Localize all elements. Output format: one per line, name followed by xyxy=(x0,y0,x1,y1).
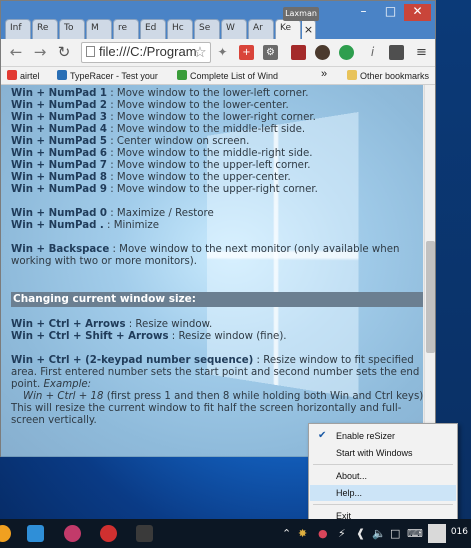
shortcut-line: Win + Ctrl + Arrows : Resize window. xyxy=(11,319,213,330)
shortcut-line: Win + NumPad 1 : Move window to the lowe… xyxy=(11,88,309,99)
reload-icon[interactable]: ↻ xyxy=(55,43,73,61)
clock[interactable]: 016 xyxy=(428,527,468,537)
forward-arrow-icon[interactable]: → xyxy=(31,43,49,61)
help-text: Win + NumPad 1 : Move window to the lowe… xyxy=(11,88,423,427)
tab[interactable]: Ar xyxy=(248,19,274,39)
shortcut-line: Win + NumPad 8 : Move window to the uppe… xyxy=(11,172,291,183)
red-extension-icon[interactable] xyxy=(291,45,306,60)
photos-taskbar-icon[interactable] xyxy=(27,525,44,542)
page-content: Win + NumPad 1 : Move window to the lowe… xyxy=(1,85,423,457)
menu-item-enable-resizer[interactable]: ✔ Enable reSizer xyxy=(310,428,456,444)
wifi-icon[interactable]: ❰ xyxy=(356,527,365,540)
tab-active[interactable]: Ke xyxy=(275,19,301,39)
shortcut-line: Win + NumPad 2 : Move window to the lowe… xyxy=(11,100,289,111)
close-tab-icon[interactable]: × xyxy=(302,19,316,39)
shortcut-line: Win + Backspace : Move window to the nex… xyxy=(11,244,400,267)
info-icon[interactable]: i xyxy=(365,45,380,60)
folder-icon xyxy=(347,70,357,80)
window-controls: – □ ✕ xyxy=(350,4,431,21)
back-arrow-icon[interactable]: ← xyxy=(7,43,25,61)
tab[interactable]: Ed xyxy=(140,19,166,39)
green-extension-icon[interactable] xyxy=(339,45,354,60)
chrome-taskbar-icon[interactable] xyxy=(0,525,11,542)
menu-item-start-with-windows[interactable]: Start with Windows xyxy=(310,445,456,461)
shortcut-line: Win + NumPad 3 : Move window to the lowe… xyxy=(11,112,316,123)
bookmark-label: Complete List of Wind xyxy=(190,71,279,81)
menu-item-label: Enable reSizer xyxy=(336,431,396,441)
shortcut-line: Win + NumPad 5 : Center window on screen… xyxy=(11,136,250,147)
profile-button[interactable]: Laxman xyxy=(283,7,319,21)
tab-strip: Inf Re To M re Ed Hc Se W Ar Ke × xyxy=(5,19,316,39)
avatar-extension-icon[interactable] xyxy=(315,45,330,60)
app-taskbar-icon[interactable] xyxy=(64,525,81,542)
shortcut-line: Win + NumPad 7 : Move window to the uppe… xyxy=(11,160,311,171)
tab[interactable]: To xyxy=(59,19,85,39)
other-bookmarks[interactable]: Other bookmarks xyxy=(347,70,429,81)
colorful-tray-icon[interactable]: ✸ xyxy=(298,527,307,540)
browser-window: Inf Re To M re Ed Hc Se W Ar Ke × Laxman… xyxy=(0,0,436,457)
shortcut-line: Win + NumPad 6 : Move window to the midd… xyxy=(11,148,313,159)
media-taskbar-icon[interactable] xyxy=(100,525,117,542)
example-line: Win + Ctrl + 18 (first press 1 and then … xyxy=(23,391,423,402)
menu-item-help[interactable]: Help... xyxy=(310,485,456,501)
tab[interactable]: Hc xyxy=(167,19,193,39)
page-icon xyxy=(86,46,95,57)
shortcut-line: Win + NumPad 0 : Maximize / Restore xyxy=(11,208,214,219)
tab[interactable]: re xyxy=(113,19,139,39)
browser-toolbar: ← → ↻ file:///C:/Program ☆ ✦ + ⚙ i ≡ xyxy=(1,39,435,67)
address-text: file:///C:/Program xyxy=(99,44,197,59)
bookmark-label: airtel xyxy=(20,71,40,81)
keyboard-icon[interactable]: ⌨ xyxy=(407,527,423,540)
other-bookmarks-label: Other bookmarks xyxy=(360,71,430,81)
bookmarks-bar: airtel TypeRacer - Test your Complete Li… xyxy=(1,67,435,85)
bookmark-item[interactable]: Complete List of Wind xyxy=(177,70,278,81)
menu-separator xyxy=(313,464,453,465)
plus-extension-icon[interactable]: + xyxy=(239,45,254,60)
usb-icon[interactable]: ⚡ xyxy=(338,527,346,540)
menu-item-about[interactable]: About... xyxy=(310,468,456,484)
dark-extension-icon[interactable] xyxy=(389,45,404,60)
resizer-tray-icon[interactable]: ● xyxy=(318,527,328,540)
tab[interactable]: M xyxy=(86,19,112,39)
bookmark-label: TypeRacer - Test your xyxy=(70,71,158,81)
title-bar: Inf Re To M re Ed Hc Se W Ar Ke × Laxman… xyxy=(1,1,435,39)
tab[interactable]: Se xyxy=(194,19,220,39)
taskbar: ⌃ ✸ ● ⚡ ❰ 🔈 □ ⌨ 016 xyxy=(0,519,471,548)
shortcut-line: Win + NumPad . : Minimize xyxy=(11,220,159,231)
menu-icon[interactable]: ≡ xyxy=(414,45,429,60)
notification-icon[interactable]: □ xyxy=(390,527,400,540)
maximize-button[interactable]: □ xyxy=(377,4,404,21)
volume-icon[interactable]: 🔈 xyxy=(372,527,386,540)
shortcut-line: Win + NumPad 4 : Move window to the midd… xyxy=(11,124,306,135)
tab[interactable]: W xyxy=(221,19,247,39)
minimize-button[interactable]: – xyxy=(350,4,377,21)
scrollbar-thumb[interactable] xyxy=(426,241,435,353)
section-heading: Changing current window size: xyxy=(11,292,423,307)
menu-item-label: Help... xyxy=(336,488,363,498)
tab[interactable]: Inf xyxy=(5,19,31,39)
star-bookmark-icon[interactable]: ☆ xyxy=(191,43,209,61)
shortcut-line: Win + Ctrl + (2-keypad number sequence) … xyxy=(11,355,420,390)
typeracer-icon xyxy=(57,70,67,80)
chevron-up-icon[interactable]: ⌃ xyxy=(282,527,291,540)
checkmark-icon: ✔ xyxy=(318,430,327,441)
extension-icon[interactable]: ✦ xyxy=(215,45,230,60)
airtel-icon xyxy=(7,70,17,80)
tab[interactable]: Re xyxy=(32,19,58,39)
menu-item-label: About... xyxy=(336,471,368,481)
shortcut-line: Win + NumPad 9 : Move window to the uppe… xyxy=(11,184,318,195)
menu-separator xyxy=(313,504,453,505)
page-bookmark-icon xyxy=(177,70,187,80)
scrollbar[interactable] xyxy=(424,85,435,457)
shortcut-line: Win + Ctrl + Shift + Arrows : Resize win… xyxy=(11,331,287,342)
tray-context-menu: ✔ Enable reSizer Start with Windows Abou… xyxy=(308,423,458,525)
close-window-button[interactable]: ✕ xyxy=(404,4,431,21)
settings-taskbar-icon[interactable] xyxy=(136,525,153,542)
gear-extension-icon[interactable]: ⚙ xyxy=(263,45,278,60)
bookmarks-overflow[interactable]: » xyxy=(321,68,327,80)
menu-item-label: Start with Windows xyxy=(336,448,413,458)
bookmark-item[interactable]: TypeRacer - Test your xyxy=(57,70,158,81)
bookmark-item[interactable]: airtel xyxy=(7,70,40,81)
